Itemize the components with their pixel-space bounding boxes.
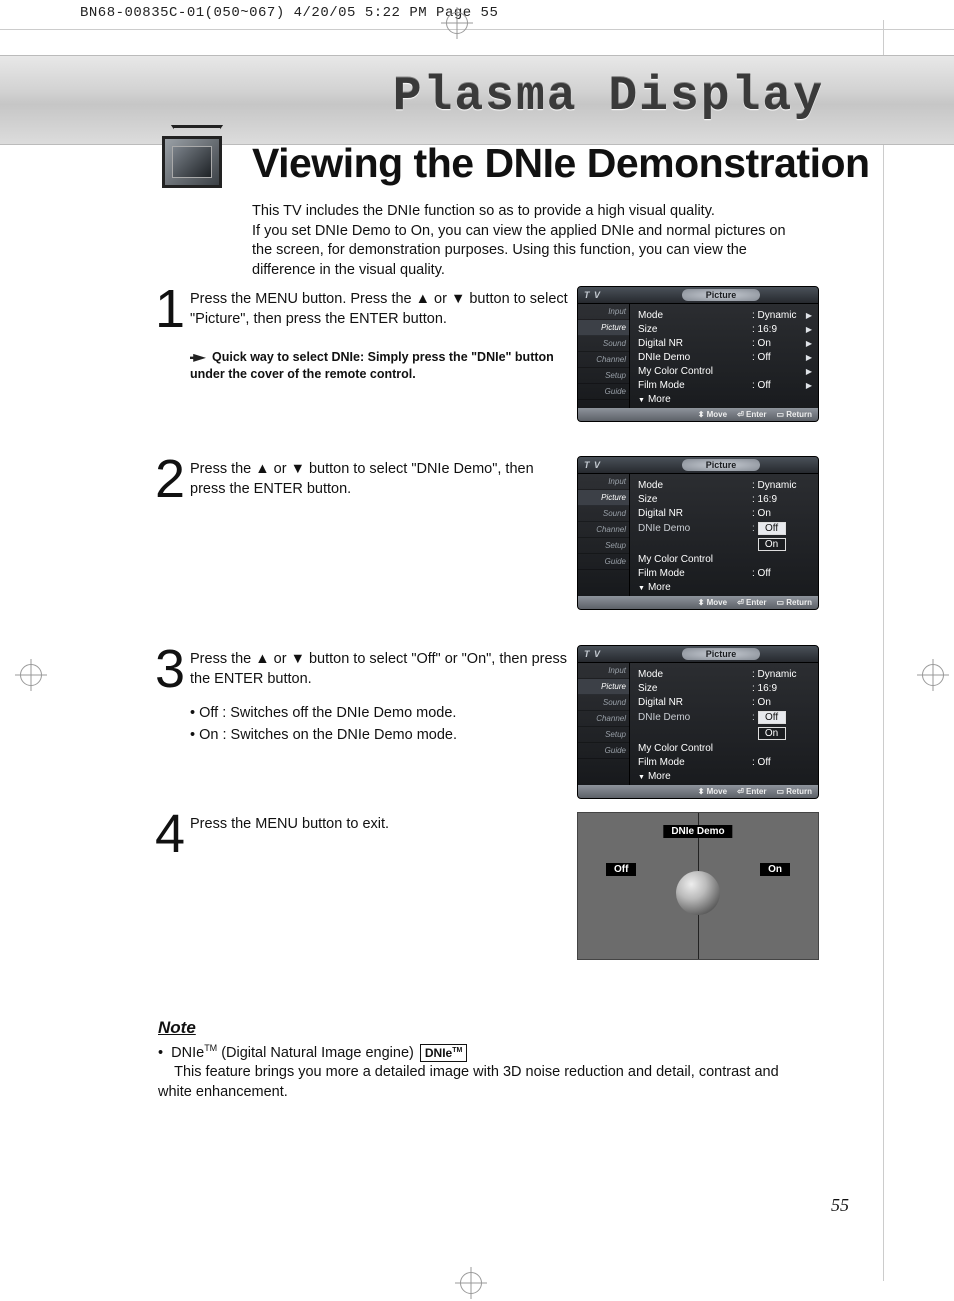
note-section: Note • DNIeTM (Digital Natural Image eng… — [158, 1018, 808, 1103]
demo-left-label: Off — [606, 863, 636, 876]
crop-mark-vertical — [883, 20, 884, 1281]
osd-tab-picture[interactable]: Picture — [578, 320, 629, 336]
arrow-icon — [190, 354, 206, 362]
register-mark-left — [20, 664, 42, 686]
step-4-number: 4 — [155, 807, 185, 861]
page-number: 55 — [831, 1195, 849, 1216]
step-2-text: Press the ▲ or ▼ button to select "DNIe … — [190, 460, 569, 499]
step-1-tip: Quick way to select DNIe: Simply press t… — [190, 349, 569, 383]
header-band: Plasma Display — [0, 55, 954, 145]
osd-move-hint: ⬍ Move — [698, 410, 727, 419]
osd-tab-setup[interactable]: Setup — [578, 727, 629, 743]
osd-tab-input[interactable]: Input — [578, 474, 629, 490]
step-2: 2 Press the ▲ or ▼ button to select "DNI… — [155, 460, 569, 499]
note-lead: DNIe — [171, 1045, 204, 1061]
osd-tab-setup[interactable]: Setup — [578, 538, 629, 554]
osd-tab-guide[interactable]: Guide — [578, 554, 629, 570]
osd-return-hint: ▭ Return — [776, 598, 812, 607]
osd-enter-hint: ⏎ Enter — [737, 598, 766, 607]
step-3-bullets: • Off : Switches off the DNIe Demo mode.… — [190, 703, 569, 747]
osd-tab-sound[interactable]: Sound — [578, 506, 629, 522]
osd-return-hint: ▭ Return — [776, 410, 812, 419]
register-mark-bottom — [460, 1272, 482, 1294]
osd-tab-sound[interactable]: Sound — [578, 695, 629, 711]
osd-move-hint: ⬍ Move — [698, 787, 727, 796]
dnie-logo-box: DNIeTM — [420, 1044, 467, 1062]
osd-enter-hint: ⏎ Enter — [737, 410, 766, 419]
step-4: 4 Press the MENU button to exit. — [155, 815, 569, 835]
osd-return-hint: ▭ Return — [776, 787, 812, 796]
step-4-text: Press the MENU button to exit. — [190, 815, 569, 835]
note-body: • DNIeTM (Digital Natural Image engine) … — [158, 1042, 808, 1103]
dnie-demo-preview: DNIe Demo Off On — [577, 812, 819, 960]
osd-option-on[interactable]: On — [758, 538, 786, 551]
intro-text: This TV includes the DNIe function so as… — [252, 202, 808, 280]
register-mark-right — [922, 664, 944, 686]
osd-tab-guide[interactable]: Guide — [578, 743, 629, 759]
osd-tab-channel[interactable]: Channel — [578, 711, 629, 727]
osd-tab-picture[interactable]: Picture — [578, 679, 629, 695]
page-title: Viewing the DNIe Demonstration — [252, 140, 870, 187]
osd-screenshot-2: T VPicture InputPictureSoundChannelSetup… — [577, 456, 819, 610]
note-body-text: This feature brings you more a detailed … — [158, 1064, 779, 1100]
step-1-tip-text: Quick way to select DNIe: Simply press t… — [190, 350, 554, 381]
header-title: Plasma Display — [393, 70, 824, 124]
demo-ball-graphic — [676, 871, 720, 915]
osd-option-on[interactable]: On — [758, 727, 786, 740]
osd-tab-setup[interactable]: Setup — [578, 368, 629, 384]
step-2-number: 2 — [155, 452, 185, 506]
step-1-number: 1 — [155, 282, 185, 336]
step-3-text: Press the ▲ or ▼ button to select "Off" … — [190, 650, 569, 689]
osd-tab-input[interactable]: Input — [578, 304, 629, 320]
note-heading: Note — [158, 1018, 808, 1038]
osd-tab-channel[interactable]: Channel — [578, 352, 629, 368]
register-mark-top — [446, 12, 468, 34]
osd-enter-hint: ⏎ Enter — [737, 787, 766, 796]
tv-icon — [162, 136, 222, 188]
print-mark: BN68-00835C-01(050~067) 4/20/05 5:22 PM … — [80, 6, 498, 20]
osd-screenshot-1: T VPicture InputPictureSoundChannelSetup… — [577, 286, 819, 422]
osd-tab-picture[interactable]: Picture — [578, 490, 629, 506]
demo-title: DNIe Demo — [663, 825, 732, 838]
osd-tab-channel[interactable]: Channel — [578, 522, 629, 538]
step-1: 1 Press the MENU button. Press the ▲ or … — [155, 290, 569, 383]
osd-option-off[interactable]: Off — [758, 522, 786, 535]
demo-right-label: On — [760, 863, 790, 876]
osd-tab-guide[interactable]: Guide — [578, 384, 629, 400]
note-paren: (Digital Natural Image engine) — [217, 1045, 418, 1061]
step-3: 3 Press the ▲ or ▼ button to select "Off… — [155, 650, 569, 747]
osd-move-hint: ⬍ Move — [698, 598, 727, 607]
osd-tab-sound[interactable]: Sound — [578, 336, 629, 352]
osd-option-off[interactable]: Off — [758, 711, 786, 724]
step-1-text: Press the MENU button. Press the ▲ or ▼ … — [190, 290, 569, 329]
osd-tab-input[interactable]: Input — [578, 663, 629, 679]
note-tm: TM — [204, 1043, 217, 1053]
osd-screenshot-3: T VPicture InputPictureSoundChannelSetup… — [577, 645, 819, 799]
step-3-number: 3 — [155, 642, 185, 696]
